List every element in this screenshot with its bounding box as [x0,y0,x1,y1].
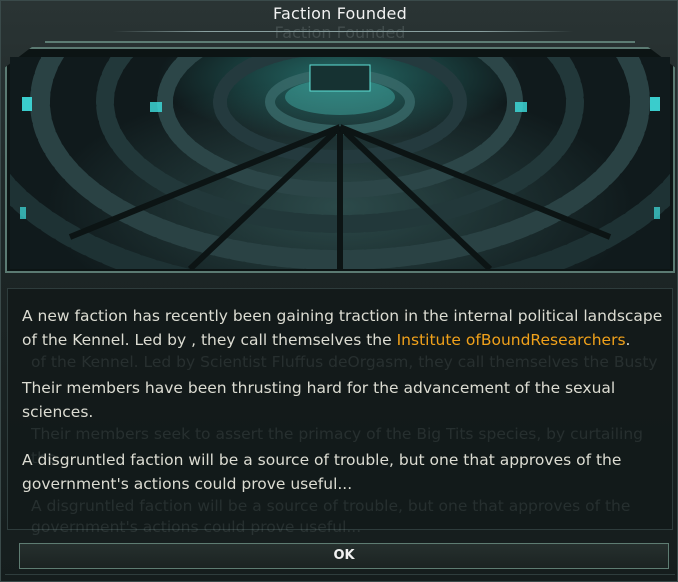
ok-button[interactable]: OK [19,543,669,569]
paragraph-faction-intro: A new faction has recently been gaining … [22,304,672,352]
senate-chamber-image [10,57,670,269]
faction-founded-dialog: Faction Founded Faction Founded of the K… [0,0,678,582]
senate-chamber-illustration [10,57,670,269]
paragraph-faction-intro-end: . [625,331,631,349]
ghost-line-4: government's actions could prove useful.… [31,518,362,536]
title-divider [113,31,573,32]
ghost-line-1: of the Kennel. Led by Scientist Fluffus … [31,353,658,371]
paragraph-faction-goals: Their members have been thrusting hard f… [22,379,616,421]
faction-name-link[interactable]: Institute ofBoundResearchers [397,331,626,349]
paragraph-faction-warning: A disgruntled faction will be a source o… [22,451,622,493]
dialog-title: Faction Founded [273,4,407,23]
bottom-divider [5,574,675,575]
dialog-title-ghost: Faction Founded [274,23,406,42]
